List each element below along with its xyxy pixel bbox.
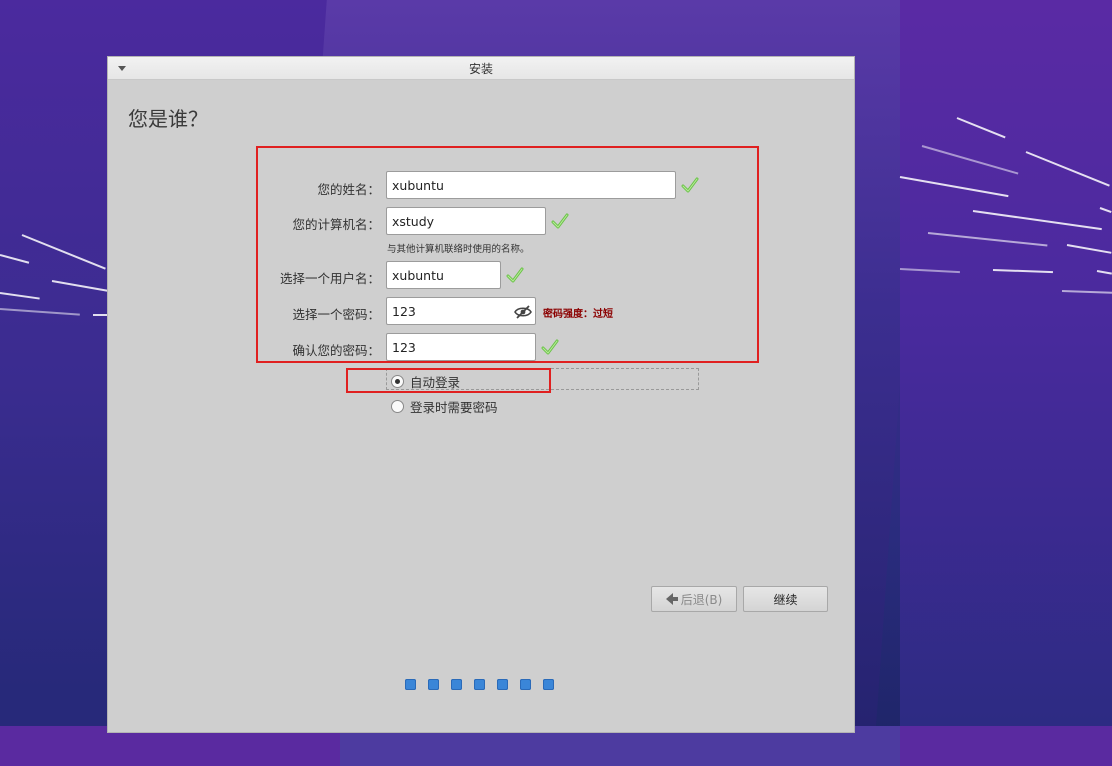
page-title: 您是谁？ bbox=[128, 107, 208, 131]
back-arrow-icon bbox=[665, 593, 678, 605]
progress-step-dot bbox=[474, 679, 485, 690]
require-password-option[interactable]: 登录时需要密码 bbox=[391, 397, 498, 416]
progress-step-dot bbox=[451, 679, 462, 690]
require-password-label: 登录时需要密码 bbox=[410, 400, 498, 415]
window-titlebar[interactable]: 安装 bbox=[108, 57, 854, 80]
progress-step-dot bbox=[520, 679, 531, 690]
wallpaper-right bbox=[900, 0, 1112, 766]
progress-step-dot bbox=[543, 679, 554, 690]
progress-step-dot bbox=[428, 679, 439, 690]
progress-step-dot bbox=[405, 679, 416, 690]
chevron-down-icon[interactable] bbox=[118, 66, 126, 71]
back-button[interactable]: 后退(B) bbox=[651, 586, 737, 612]
annotation-box-auto-login bbox=[346, 368, 551, 393]
progress-steps bbox=[405, 679, 554, 690]
wallpaper-streak bbox=[93, 314, 107, 316]
annotation-box-form bbox=[256, 146, 759, 363]
continue-button-label: 继续 bbox=[773, 592, 798, 607]
window-title: 安装 bbox=[468, 62, 493, 76]
continue-button[interactable]: 继续 bbox=[743, 586, 828, 612]
require-password-radio[interactable] bbox=[391, 400, 404, 413]
progress-step-dot bbox=[497, 679, 508, 690]
back-button-label: 后退(B) bbox=[680, 592, 723, 607]
